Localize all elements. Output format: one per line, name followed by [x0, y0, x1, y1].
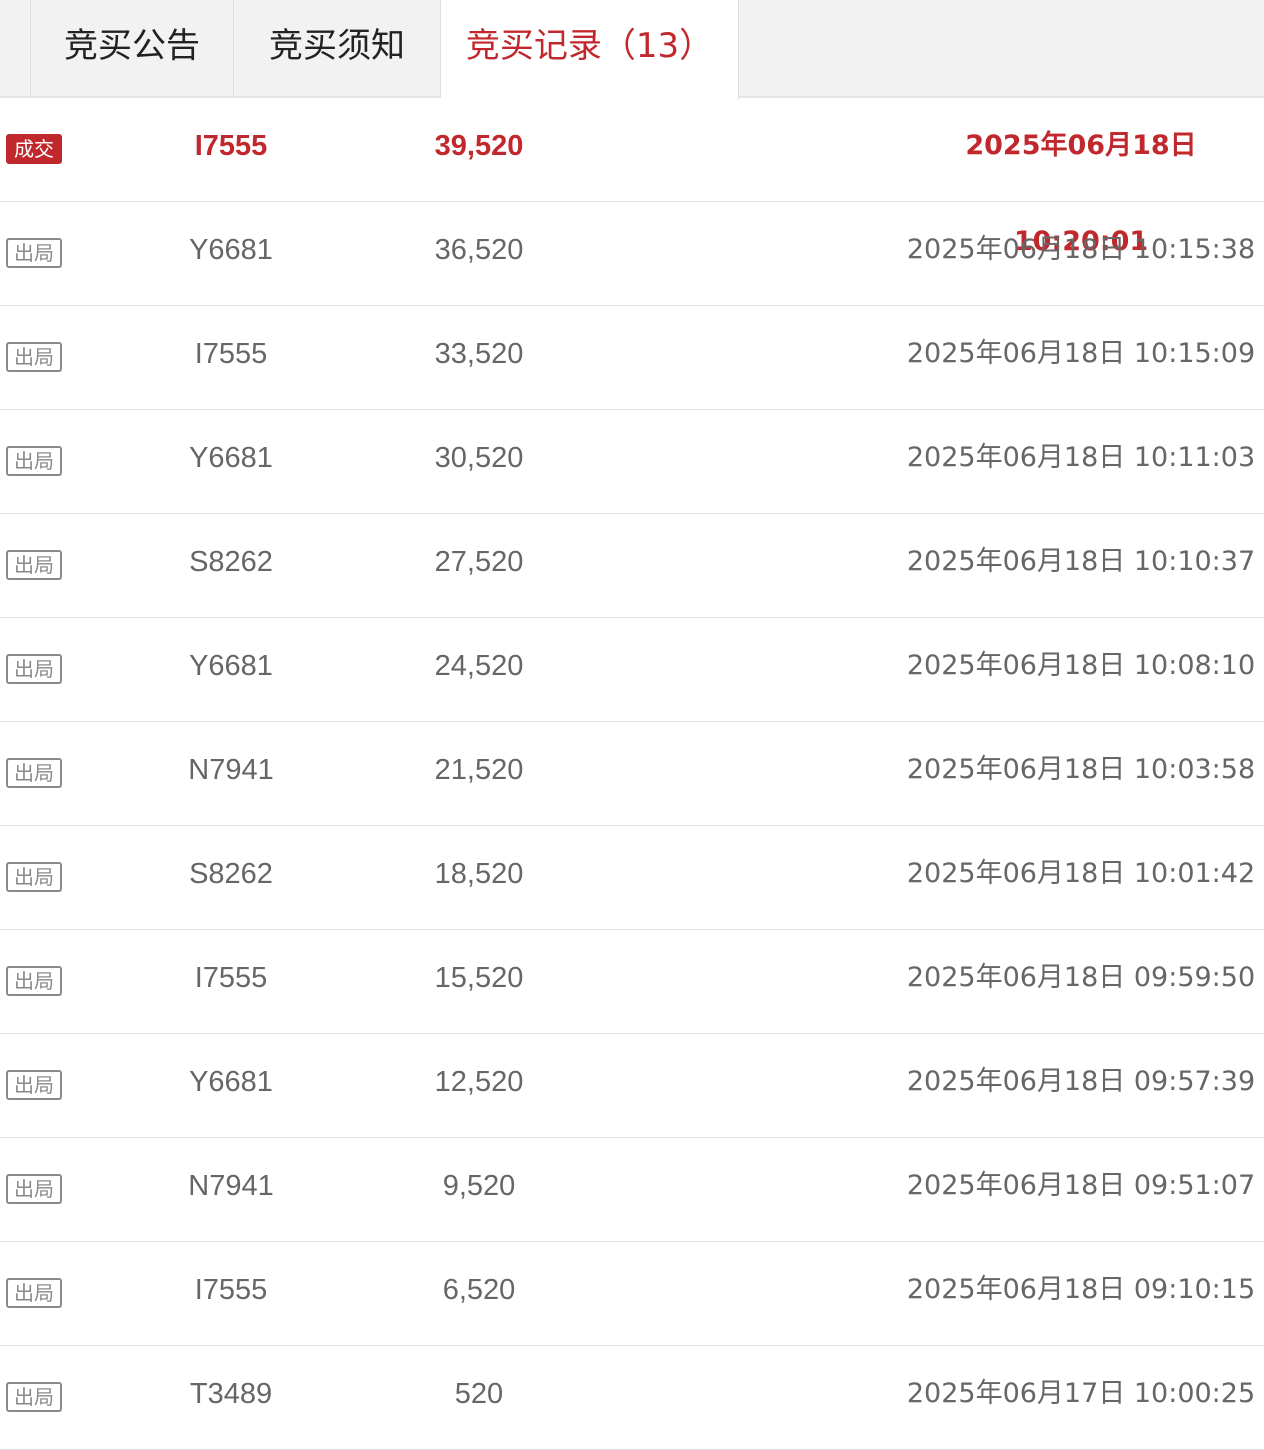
status-badge-out: 出局: [6, 1070, 62, 1100]
bidder-id: S8262: [189, 858, 273, 890]
bid-row: 出局 Y6681 12,520 2025年06月18日 09:57:39: [0, 1034, 1264, 1138]
bid-row: 出局 T3489 520 2025年06月17日 10:00:25: [0, 1346, 1264, 1450]
bid-price: 27,520: [434, 546, 524, 578]
bid-price: 30,520: [434, 442, 524, 474]
status-badge-out: 出局: [6, 446, 62, 476]
bid-price: 9,520: [442, 1170, 516, 1202]
bid-record-list: 成交 I7555 39,520 2025年06月18日 10:20:01 出局 …: [0, 98, 1264, 1450]
status-badge-out: 出局: [6, 966, 62, 996]
bid-price: 15,520: [434, 962, 524, 994]
bid-time: 2025年06月17日 10:00:25: [906, 1378, 1256, 1409]
bidder-id: T3489: [189, 1378, 273, 1410]
bid-time: 2025年06月18日 09:57:39: [906, 1066, 1256, 1097]
status-badge-out: 出局: [6, 1174, 62, 1204]
bid-time: 2025年06月18日 10:08:10: [906, 650, 1256, 681]
bid-row: 成交 I7555 39,520 2025年06月18日 10:20:01: [0, 98, 1264, 257]
status-badge-out: 出局: [6, 238, 62, 268]
bid-row: 出局 Y6681 24,520 2025年06月18日 10:08:10: [0, 618, 1264, 722]
bid-time: 2025年06月18日 09:59:50: [906, 962, 1256, 993]
status-badge-out: 出局: [6, 654, 62, 684]
bid-time: 2025年06月18日 10:11:03: [906, 442, 1256, 473]
bid-time: 2025年06月18日 10:01:42: [906, 858, 1256, 889]
tab-bar: 竞买公告 竞买须知 竞买记录（13）: [0, 0, 1264, 100]
status-badge-out: 出局: [6, 758, 62, 788]
bid-time: 2025年06月18日 09:10:15: [906, 1274, 1256, 1305]
status-badge-out: 出局: [6, 1382, 62, 1412]
bidder-id: N7941: [188, 1170, 274, 1202]
bid-price: 18,520: [434, 858, 524, 890]
bidder-id: I7555: [194, 1274, 268, 1306]
bid-row: 出局 N7941 21,520 2025年06月18日 10:03:58: [0, 722, 1264, 826]
tab-bid-records[interactable]: 竞买记录（13）: [441, 0, 739, 100]
bidder-id: I7555: [194, 962, 268, 994]
bid-time: 2025年06月18日 10:15:38: [906, 234, 1256, 265]
bid-price: 6,520: [442, 1274, 516, 1306]
bid-row: 出局 I7555 33,520 2025年06月18日 10:15:09: [0, 306, 1264, 410]
bid-price: 520: [454, 1378, 504, 1410]
bid-row: 出局 N7941 9,520 2025年06月18日 09:51:07: [0, 1138, 1264, 1242]
bid-row: 出局 Y6681 30,520 2025年06月18日 10:11:03: [0, 410, 1264, 514]
bid-row: 出局 S8262 18,520 2025年06月18日 10:01:42: [0, 826, 1264, 930]
bidder-id: I7555: [194, 338, 268, 370]
bidder-id: Y6681: [189, 650, 273, 682]
bidder-id: Y6681: [189, 1066, 273, 1098]
bid-row: 出局 I7555 15,520 2025年06月18日 09:59:50: [0, 930, 1264, 1034]
bid-row: 出局 Y6681 36,520 2025年06月18日 10:15:38: [0, 202, 1264, 306]
status-badge-out: 出局: [6, 550, 62, 580]
bid-time: 2025年06月18日 10:10:37: [906, 546, 1256, 577]
bid-time: 2025年06月18日 09:51:07: [906, 1170, 1256, 1201]
status-badge-deal: 成交: [6, 134, 62, 164]
bid-row: 出局 S8262 27,520 2025年06月18日 10:10:37: [0, 514, 1264, 618]
bid-time: 2025年06月18日 10:03:58: [906, 754, 1256, 785]
tab-auction-announcement[interactable]: 竞买公告: [30, 0, 234, 98]
bidder-id: Y6681: [189, 442, 273, 474]
status-badge-out: 出局: [6, 342, 62, 372]
bid-price: 12,520: [434, 1066, 524, 1098]
bid-price: 21,520: [434, 754, 524, 786]
bid-price: 33,520: [434, 338, 524, 370]
bid-row: 出局 I7555 6,520 2025年06月18日 09:10:15: [0, 1242, 1264, 1346]
bid-price: 36,520: [434, 234, 524, 266]
bidder-id: Y6681: [189, 234, 273, 266]
bidder-id: I7555: [194, 130, 268, 162]
bid-price: 39,520: [434, 130, 524, 162]
bid-time: 2025年06月18日 10:15:09: [906, 338, 1256, 369]
status-badge-out: 出局: [6, 862, 62, 892]
tab-auction-notice[interactable]: 竞买须知: [234, 0, 441, 98]
bidder-id: N7941: [188, 754, 274, 786]
bid-price: 24,520: [434, 650, 524, 682]
status-badge-out: 出局: [6, 1278, 62, 1308]
bidder-id: S8262: [189, 546, 273, 578]
